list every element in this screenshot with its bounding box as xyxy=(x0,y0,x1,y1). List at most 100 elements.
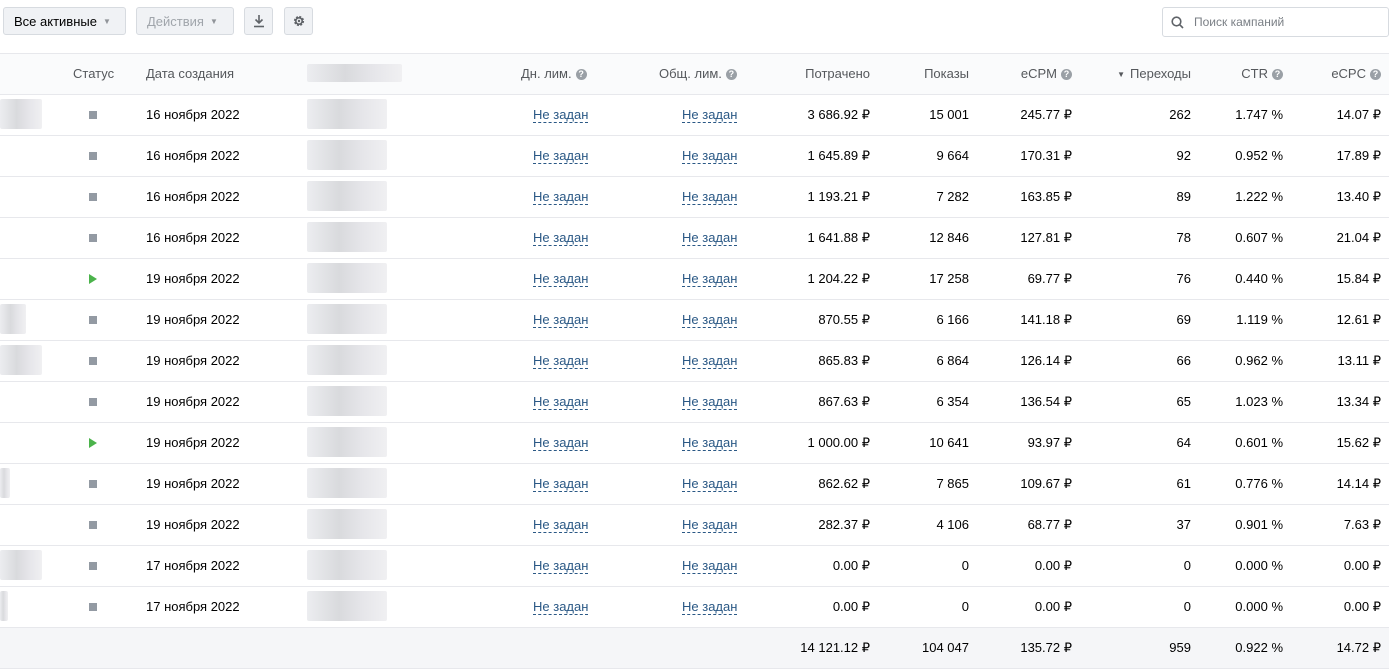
total-limit-link[interactable]: Не задан xyxy=(682,477,738,492)
daily-limit-cell: Не задан xyxy=(533,177,589,217)
actions-dropdown[interactable]: Действия ▼ xyxy=(136,7,234,35)
help-icon[interactable]: ? xyxy=(725,69,737,80)
daily-limit-cell: Не задан xyxy=(533,382,589,422)
total-limit-link[interactable]: Не задан xyxy=(682,313,738,328)
search-box[interactable] xyxy=(1162,7,1389,37)
clicks-value: 262 xyxy=(1169,107,1191,122)
redacted-campaign-name xyxy=(0,345,42,375)
table-row[interactable]: 17 ноября 2022 Не задан Не задан 0.00 ₽ 0 0.0… xyxy=(0,587,1389,628)
created-date: 19 ноября 2022 xyxy=(146,271,240,286)
daily-limit-link[interactable]: Не задан xyxy=(533,313,589,328)
search-icon xyxy=(1171,15,1184,29)
table-row[interactable]: 16 ноября 2022 Не задан Не задан 3 686.92 ₽… xyxy=(0,95,1389,136)
daily-limit-link[interactable]: Не задан xyxy=(533,518,589,533)
table-row[interactable]: 19 ноября 2022 Не задан Не задан 282.37 ₽ 4 … xyxy=(0,505,1389,546)
impressions-value: 0 xyxy=(961,599,969,614)
daily-limit-link[interactable]: Не задан xyxy=(533,600,589,615)
campaigns-table: Статус Дата создания Дн. лим.? Общ. лим.… xyxy=(0,53,1389,669)
table-row[interactable]: 19 ноября 2022 Не задан Не задан 1 000.00 ₽… xyxy=(0,423,1389,464)
stop-icon xyxy=(89,193,97,201)
total-limit-link[interactable]: Не задан xyxy=(682,354,738,369)
total-limit-cell: Не задан xyxy=(682,587,738,627)
ecpc-value: 17.89 ₽ xyxy=(1336,148,1381,163)
total-limit-link[interactable]: Не задан xyxy=(682,272,738,287)
search-input[interactable] xyxy=(1192,14,1376,30)
total-impressions: 104 047 xyxy=(922,640,969,655)
column-header-ecpm-label: eCPM xyxy=(1020,66,1057,81)
column-header-created[interactable]: Дата создания xyxy=(146,54,234,94)
table-row[interactable]: 19 ноября 2022 Не задан Не задан 862.62 ₽ 7 … xyxy=(0,464,1389,505)
settings-button[interactable] xyxy=(284,7,313,35)
help-icon[interactable]: ? xyxy=(575,69,587,80)
daily-limit-link[interactable]: Не задан xyxy=(533,436,589,451)
status-indicator[interactable] xyxy=(89,177,97,217)
column-header-ecpc[interactable]: eCPC? xyxy=(1290,54,1381,94)
status-indicator[interactable] xyxy=(89,136,97,176)
status-indicator[interactable] xyxy=(89,382,97,422)
status-indicator[interactable] xyxy=(89,218,97,258)
column-header-total-limit[interactable]: Общ. лим.? xyxy=(659,54,737,94)
help-icon[interactable]: ? xyxy=(1370,69,1381,80)
total-limit-link[interactable]: Не задан xyxy=(682,190,738,205)
total-limit-link[interactable]: Не задан xyxy=(682,600,738,615)
daily-limit-link[interactable]: Не задан xyxy=(533,231,589,246)
total-limit-link[interactable]: Не задан xyxy=(682,231,738,246)
column-header-status[interactable]: Статус xyxy=(73,54,114,94)
daily-limit-link[interactable]: Не задан xyxy=(533,190,589,205)
column-header-spent[interactable]: Потрачено xyxy=(770,54,870,94)
daily-limit-cell: Не задан xyxy=(533,423,589,463)
download-button[interactable] xyxy=(244,7,273,35)
table-row[interactable]: 19 ноября 2022 Не задан Не задан 870.55 ₽ 6 … xyxy=(0,300,1389,341)
column-header-impressions[interactable]: Показы xyxy=(880,54,969,94)
daily-limit-link[interactable]: Не задан xyxy=(533,108,589,123)
column-header-total-limit-label: Общ. лим. xyxy=(659,66,722,81)
status-indicator[interactable] xyxy=(89,505,97,545)
table-row[interactable]: 19 ноября 2022 Не задан Не задан 865.83 ₽ 6 … xyxy=(0,341,1389,382)
toolbar: Все активные ▼ Действия ▼ xyxy=(0,0,1397,46)
status-indicator[interactable] xyxy=(89,300,97,340)
column-header-daily-limit-label: Дн. лим. xyxy=(521,66,572,81)
column-header-ecpm[interactable]: eCPM? xyxy=(980,54,1072,94)
column-header-ecpc-label: eCPC xyxy=(1331,66,1366,81)
status-indicator[interactable] xyxy=(89,587,97,627)
daily-limit-link[interactable]: Не задан xyxy=(533,559,589,574)
table-row[interactable]: 16 ноября 2022 Не задан Не задан 1 645.89 ₽… xyxy=(0,136,1389,177)
status-indicator[interactable] xyxy=(89,259,97,299)
status-indicator[interactable] xyxy=(89,95,97,135)
total-limit-link[interactable]: Не задан xyxy=(682,108,738,123)
play-icon xyxy=(89,438,97,448)
column-header-ctr[interactable]: CTR? xyxy=(1200,54,1283,94)
status-indicator[interactable] xyxy=(89,341,97,381)
ecpm-value: 163.85 ₽ xyxy=(1020,189,1072,204)
ecpm-value: 0.00 ₽ xyxy=(1034,558,1072,573)
total-limit-link[interactable]: Не задан xyxy=(682,395,738,410)
filter-dropdown[interactable]: Все активные ▼ xyxy=(3,7,126,35)
total-limit-link[interactable]: Не задан xyxy=(682,518,738,533)
table-row[interactable]: 16 ноября 2022 Не задан Не задан 1 641.88 ₽… xyxy=(0,218,1389,259)
created-date: 19 ноября 2022 xyxy=(146,476,240,491)
daily-limit-link[interactable]: Не задан xyxy=(533,477,589,492)
status-indicator[interactable] xyxy=(89,464,97,504)
total-limit-link[interactable]: Не задан xyxy=(682,149,738,164)
table-row[interactable]: 17 ноября 2022 Не задан Не задан 0.00 ₽ 0 0.0… xyxy=(0,546,1389,587)
table-row[interactable]: 19 ноября 2022 Не задан Не задан 1 204.22 ₽… xyxy=(0,259,1389,300)
column-header-daily-limit[interactable]: Дн. лим.? xyxy=(521,54,587,94)
ecpm-value: 68.77 ₽ xyxy=(1027,517,1072,532)
ecpc-value: 13.11 ₽ xyxy=(1337,353,1381,368)
redacted-cell xyxy=(307,140,387,170)
table-row[interactable]: 19 ноября 2022 Не задан Не задан 867.63 ₽ 6 … xyxy=(0,382,1389,423)
daily-limit-link[interactable]: Не задан xyxy=(533,149,589,164)
column-header-clicks[interactable]: ▼ Переходы xyxy=(1080,54,1191,94)
daily-limit-link[interactable]: Не задан xyxy=(533,354,589,369)
status-indicator[interactable] xyxy=(89,546,97,586)
redacted-cell xyxy=(307,427,387,457)
table-row[interactable]: 16 ноября 2022 Не задан Не задан 1 193.21 ₽… xyxy=(0,177,1389,218)
status-indicator[interactable] xyxy=(89,423,97,463)
help-icon[interactable]: ? xyxy=(1272,69,1283,80)
daily-limit-link[interactable]: Не задан xyxy=(533,395,589,410)
total-limit-cell: Не задан xyxy=(682,464,738,504)
total-limit-link[interactable]: Не задан xyxy=(682,559,738,574)
daily-limit-link[interactable]: Не задан xyxy=(533,272,589,287)
help-icon[interactable]: ? xyxy=(1061,69,1072,80)
total-limit-link[interactable]: Не задан xyxy=(682,436,738,451)
